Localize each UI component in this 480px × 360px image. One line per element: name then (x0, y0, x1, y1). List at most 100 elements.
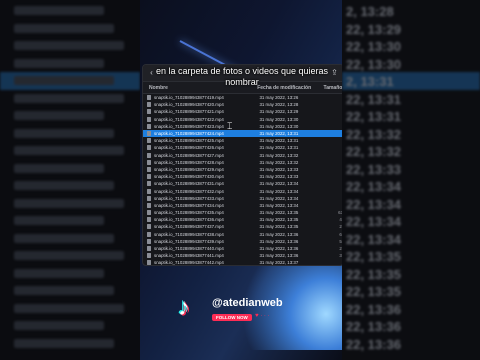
file-date: 31 may 2022, 13:36 (259, 246, 299, 252)
file-name: snaptik.io_7102889943877427.mp4 (154, 152, 224, 158)
video-file-icon (147, 188, 151, 194)
file-name: snaptik.io_7102889943877419.mp4 (154, 95, 224, 101)
file-row[interactable]: snaptik.io_7102889943877442.mp4 31 may 20… (143, 259, 343, 266)
file-row[interactable]: snaptik.io_7102889943877440.mp4 31 may 20… (143, 245, 343, 252)
video-file-icon (147, 174, 151, 180)
video-file-icon (147, 202, 151, 208)
video-file-icon (147, 131, 151, 137)
blurred-file-row (14, 93, 124, 103)
follow-badge: FOLLOW NOW (212, 314, 252, 321)
video-file-icon (147, 181, 151, 187)
file-name: snaptik.io_7102889943877421.mp4 (154, 109, 224, 115)
file-size: 3, (321, 253, 343, 258)
blurred-file-row (14, 338, 114, 348)
file-row[interactable]: snaptik.io_7102889943877421.mp4 31 may 20… (143, 108, 343, 115)
blurred-file-row (14, 58, 104, 68)
file-row[interactable]: snaptik.io_7102889943877435.mp4 31 may 20… (143, 209, 343, 216)
blurred-date-text: 22, 13:34 (346, 214, 401, 229)
video-file-icon (147, 116, 151, 122)
blurred-date-text: 2, 13:28 (346, 4, 394, 19)
file-row[interactable]: snaptik.io_7102889943877437.mp4 31 may 20… (143, 223, 343, 230)
file-row[interactable]: snaptik.io_7102889943877426.mp4 31 may 20… (143, 144, 343, 151)
blurred-file-row (14, 41, 124, 50)
file-date: 31 may 2022, 13:31 (259, 131, 299, 137)
video-caption: en la carpeta de fotos o videos que quie… (155, 66, 329, 87)
file-date: 31 may 2022, 13:36 (259, 253, 299, 259)
blurred-file-row (14, 321, 104, 330)
file-row[interactable]: snaptik.io_7102889943877427.mp4 31 may 20… (143, 152, 343, 159)
file-name: snaptik.io_7102889943877424.mp4 (154, 131, 224, 137)
blurred-background-left (0, 0, 140, 360)
file-date: 31 may 2022, 13:35 (259, 210, 299, 216)
blurred-file-row (14, 198, 124, 208)
blurred-date-text: 22, 13:30 (346, 39, 401, 54)
file-name: snaptik.io_7102889943877435.mp4 (154, 210, 224, 216)
blurred-date-text: 22, 13:34 (346, 231, 401, 247)
file-name: snaptik.io_7102889943877442.mp4 (154, 260, 224, 266)
file-name: snaptik.io_7102889943877434.mp4 (154, 202, 224, 208)
file-name: snaptik.io_7102889943877438.mp4 (154, 231, 224, 237)
blurred-file-row (14, 111, 104, 120)
file-row[interactable]: snaptik.io_7102889943877428.mp4 31 may 20… (143, 159, 343, 166)
blurred-date-text: 22, 13:32 (346, 144, 401, 159)
blurred-date-text: 22, 13:35 (346, 284, 401, 299)
video-file-icon (147, 253, 151, 259)
file-row[interactable]: snaptik.io_7102889943877432.mp4 31 may 20… (143, 187, 343, 194)
file-name: snaptik.io_7102889943877428.mp4 (154, 159, 224, 165)
file-date: 31 may 2022, 13:33 (259, 166, 299, 172)
file-size: 2, (321, 224, 343, 229)
file-row[interactable]: snaptik.io_7102889943877419.mp4 31 may 20… (143, 94, 343, 101)
blurred-file-row (14, 286, 114, 295)
file-row[interactable]: snaptik.io_7102889943877439.mp4 31 may 20… (143, 238, 343, 245)
video-file-icon (147, 95, 151, 101)
file-date: 31 may 2022, 13:32 (259, 152, 299, 158)
file-size: 2, (321, 246, 343, 251)
file-row[interactable]: snaptik.io_7102889943877434.mp4 31 may 20… (143, 202, 343, 209)
file-row[interactable]: snaptik.io_7102889943877424.mp4 31 may 20… (143, 129, 343, 138)
video-file-icon (147, 210, 151, 216)
file-row[interactable]: snaptik.io_7102889943877430.mp4 31 may 20… (143, 173, 343, 180)
blurred-date-text: 22, 13:36 (346, 319, 401, 334)
file-row[interactable]: snaptik.io_7102889943877431.mp4 31 may 20… (143, 180, 343, 187)
file-row[interactable]: snaptik.io_7102889943877433.mp4 31 may 20… (143, 195, 343, 202)
file-row[interactable]: snaptik.io_7102889943877420.mp4 31 may 20… (143, 101, 343, 108)
file-row[interactable]: snaptik.io_7102889943877438.mp4 31 may 20… (143, 231, 343, 238)
finder-window: ‹ ⇪ Nombre Fecha de modificación Tamaño … (142, 64, 344, 266)
file-name: snaptik.io_7102889943877436.mp4 (154, 217, 224, 223)
video-file-icon (147, 246, 151, 252)
file-row[interactable]: snaptik.io_7102889943877441.mp4 31 may 20… (143, 252, 343, 259)
video-file-icon (147, 260, 151, 265)
blurred-date-text: 22, 13:36 (346, 301, 401, 317)
file-row[interactable]: snaptik.io_7102889943877422.mp4 31 may 20… (143, 116, 343, 123)
file-date: 31 may 2022, 13:31 (259, 138, 299, 144)
video-file-icon (147, 238, 151, 244)
video-file-icon (147, 166, 151, 172)
blurred-file-row (14, 128, 114, 138)
blurred-file-row (14, 23, 114, 33)
file-row[interactable]: snaptik.io_7102889943877436.mp4 31 may 20… (143, 216, 343, 223)
file-name: snaptik.io_7102889943877429.mp4 (154, 166, 224, 172)
blurred-date-text: 2, 13:31 (346, 74, 394, 89)
blurred-date-text: 22, 13:32 (346, 126, 401, 142)
file-row[interactable]: snaptik.io_7102889943877423.mp4 31 may 20… (143, 123, 343, 130)
file-size: 63 (338, 210, 343, 216)
file-size: 6, (321, 232, 343, 237)
file-date: 31 may 2022, 13:36 (259, 231, 299, 237)
file-name: snaptik.io_7102889943877423.mp4 (154, 123, 224, 129)
file-date: 31 may 2022, 13:30 (259, 123, 299, 129)
file-row[interactable]: snaptik.io_7102889943877425.mp4 31 may 20… (143, 137, 343, 144)
blurred-date-text: 22, 13:33 (346, 161, 401, 177)
video-file-icon (147, 145, 151, 151)
file-name: snaptik.io_7102889943877439.mp4 (154, 238, 224, 244)
mouse-cursor-icon: ⌶ (227, 121, 233, 131)
file-name: snaptik.io_7102889943877420.mp4 (154, 102, 224, 108)
file-size: 5, (321, 239, 343, 244)
file-row[interactable]: snaptik.io_7102889943877429.mp4 31 may 20… (143, 166, 343, 173)
video-file-icon (147, 159, 151, 165)
file-date: 31 may 2022, 13:35 (259, 217, 299, 223)
file-name: snaptik.io_7102889943877422.mp4 (154, 116, 224, 122)
blurred-file-row (14, 181, 114, 190)
blurred-file-row (14, 233, 114, 243)
file-name: snaptik.io_7102889943877437.mp4 (154, 224, 224, 230)
blurred-date-text: 22, 13:30 (346, 56, 401, 72)
